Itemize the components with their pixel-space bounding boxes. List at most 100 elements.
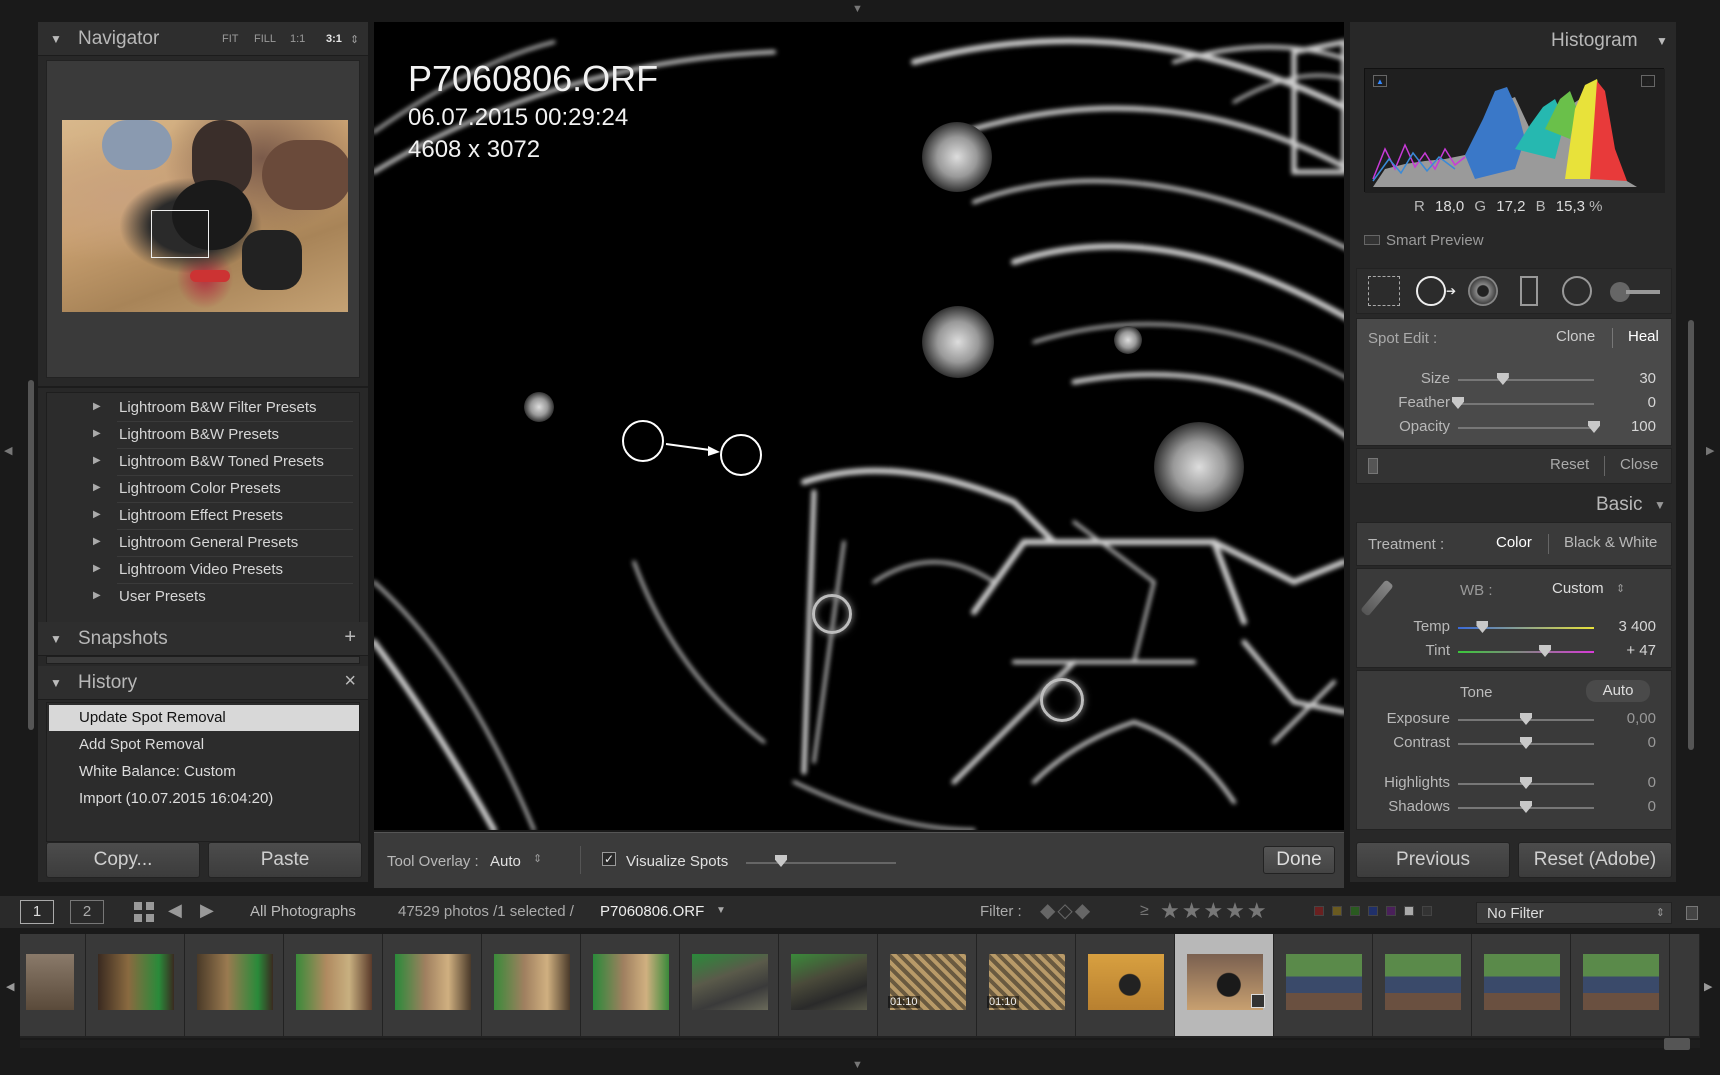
filmstrip-right-arrow-icon[interactable]: ▶ bbox=[1704, 980, 1712, 993]
shadow-clipping-icon[interactable]: ▲ bbox=[1373, 75, 1387, 87]
treatment-color[interactable]: Color bbox=[1496, 534, 1532, 551]
preset-folder[interactable]: ▶ Lightroom B&W Toned Presets bbox=[47, 449, 359, 476]
history-item[interactable]: White Balance: Custom bbox=[49, 759, 359, 785]
left-scrollbar[interactable] bbox=[28, 380, 34, 730]
size-slider[interactable] bbox=[1458, 379, 1594, 381]
feather-value[interactable]: 0 bbox=[1596, 394, 1656, 411]
history-item[interactable]: Update Spot Removal bbox=[49, 705, 359, 731]
filmstrip-frame[interactable] bbox=[185, 934, 284, 1036]
select-chevron-icon[interactable]: ⇕ bbox=[533, 852, 542, 865]
filmstrip-scroll-thumb[interactable] bbox=[1664, 1038, 1690, 1050]
filmstrip-frame[interactable] bbox=[1274, 934, 1373, 1036]
basic-title[interactable]: Basic bbox=[1596, 494, 1642, 516]
filmstrip-left-arrow-icon[interactable]: ◀ bbox=[6, 980, 14, 993]
filmstrip-frame[interactable] bbox=[284, 934, 383, 1036]
right-panel-toggle-icon[interactable]: ▶ bbox=[1706, 446, 1714, 457]
source-label[interactable]: All Photographs bbox=[250, 903, 356, 920]
history-item[interactable]: Import (10.07.2015 16:04:20) bbox=[49, 786, 359, 812]
right-scrollbar[interactable] bbox=[1688, 320, 1694, 750]
preset-folder[interactable]: ▶ Lightroom Effect Presets bbox=[47, 503, 359, 530]
left-panel-toggle-icon[interactable]: ◀ bbox=[4, 446, 12, 457]
secondary-window-button[interactable]: 2 bbox=[70, 900, 104, 924]
highlights-value[interactable]: 0 bbox=[1596, 774, 1656, 791]
basic-menu-icon[interactable]: ▼ bbox=[1654, 498, 1666, 512]
filmstrip[interactable]: 01:10 01:10 bbox=[20, 934, 1700, 1038]
temp-value[interactable]: 3 400 bbox=[1596, 618, 1656, 635]
visualize-spots-checkbox[interactable]: ✓ bbox=[602, 852, 616, 866]
exposure-value[interactable]: 0,00 bbox=[1596, 710, 1656, 727]
highlight-clipping-icon[interactable]: ▲ bbox=[1641, 75, 1655, 87]
opacity-slider[interactable] bbox=[1458, 427, 1594, 429]
radial-filter-icon[interactable] bbox=[1562, 276, 1592, 306]
navigator-view-box[interactable] bbox=[151, 210, 209, 258]
flag-filter-icons[interactable]: ◆◇◆ bbox=[1040, 898, 1092, 923]
preset-folder[interactable]: ▶ Lightroom Color Presets bbox=[47, 476, 359, 503]
zoom-3-1[interactable]: 3:1 bbox=[326, 33, 342, 45]
filename-dropdown-icon[interactable]: ▼ bbox=[716, 905, 726, 916]
preset-folder[interactable]: ▶ Lightroom Video Presets bbox=[47, 557, 359, 584]
filmstrip-frame[interactable] bbox=[779, 934, 878, 1036]
primary-window-button[interactable]: 1 bbox=[20, 900, 54, 924]
filmstrip-frame[interactable] bbox=[383, 934, 482, 1036]
selected-filename[interactable]: P7060806.ORF bbox=[600, 903, 704, 920]
color-label-filter[interactable] bbox=[1314, 906, 1440, 918]
opacity-value[interactable]: 100 bbox=[1596, 418, 1656, 435]
spot-removal-tool-icon[interactable] bbox=[1416, 276, 1446, 306]
tone-auto-button[interactable]: Auto bbox=[1586, 680, 1650, 702]
feather-slider[interactable] bbox=[1458, 403, 1594, 405]
clear-history-icon[interactable]: × bbox=[344, 670, 356, 693]
spot-target-circle[interactable] bbox=[720, 434, 762, 476]
filmstrip-frame[interactable] bbox=[581, 934, 680, 1036]
filmstrip-frame[interactable] bbox=[1373, 934, 1472, 1036]
size-value[interactable]: 30 bbox=[1596, 370, 1656, 387]
graduated-filter-icon[interactable] bbox=[1520, 276, 1538, 306]
smart-preview-label[interactable]: Smart Preview bbox=[1386, 232, 1484, 249]
zoom-menu-icon[interactable]: ⇕ bbox=[350, 33, 359, 46]
preset-folder[interactable]: ▶ User Presets bbox=[47, 584, 359, 611]
preset-folder[interactable]: ▶ Lightroom General Presets bbox=[47, 530, 359, 557]
close-spot-button[interactable]: Close bbox=[1620, 456, 1658, 473]
done-button[interactable]: Done bbox=[1263, 846, 1335, 874]
filmstrip-frame[interactable] bbox=[1076, 934, 1175, 1036]
shadows-value[interactable]: 0 bbox=[1596, 798, 1656, 815]
filmstrip-frame[interactable] bbox=[1571, 934, 1670, 1036]
rating-gte[interactable]: ≥ bbox=[1140, 902, 1149, 920]
filter-preset-select[interactable]: No Filter ⇕ bbox=[1476, 902, 1672, 924]
treatment-bw[interactable]: Black & White bbox=[1564, 534, 1657, 551]
add-snapshot-icon[interactable]: + bbox=[344, 626, 356, 649]
preset-folder[interactable]: ▶ Lightroom B&W Presets bbox=[47, 422, 359, 449]
heal-mode-button[interactable]: Heal bbox=[1628, 328, 1659, 345]
zoom-fit[interactable]: FIT bbox=[222, 33, 239, 45]
filmstrip-frame[interactable]: 01:10 bbox=[977, 934, 1076, 1036]
navigator-header[interactable]: ▼ Navigator FIT FILL 1:1 3:1 ⇕ bbox=[38, 22, 368, 56]
star-rating-filter[interactable]: ★★★★★ bbox=[1160, 898, 1269, 924]
back-arrow-icon[interactable]: ◀ bbox=[168, 900, 182, 921]
tint-slider[interactable] bbox=[1458, 651, 1594, 653]
zoom-1-1[interactable]: 1:1 bbox=[290, 33, 305, 45]
spot-source-circle[interactable] bbox=[622, 420, 664, 462]
tool-overlay-select[interactable]: Auto bbox=[490, 853, 521, 870]
red-eye-tool-icon[interactable] bbox=[1468, 276, 1498, 306]
filmstrip-frame[interactable] bbox=[20, 934, 86, 1036]
history-header[interactable]: ▼ History × bbox=[38, 666, 368, 700]
filmstrip-frame[interactable] bbox=[1472, 934, 1571, 1036]
preset-folder[interactable]: ▶ Lightroom B&W Filter Presets bbox=[47, 395, 359, 422]
forward-arrow-icon[interactable]: ▶ bbox=[200, 900, 214, 921]
reset-adobe-button[interactable]: Reset (Adobe) bbox=[1518, 842, 1672, 878]
histogram-title[interactable]: Histogram bbox=[1551, 30, 1638, 52]
clone-mode-button[interactable]: Clone bbox=[1556, 328, 1595, 345]
snapshots-header[interactable]: ▼ Snapshots + bbox=[38, 622, 368, 656]
reset-spot-button[interactable]: Reset bbox=[1550, 456, 1589, 473]
filmstrip-frame[interactable]: 01:10 bbox=[878, 934, 977, 1036]
filmstrip-scrollbar[interactable] bbox=[20, 1040, 1700, 1048]
crop-tool-icon[interactable] bbox=[1368, 276, 1400, 306]
tint-value[interactable]: + 47 bbox=[1596, 642, 1656, 659]
contrast-value[interactable]: 0 bbox=[1596, 734, 1656, 751]
filmstrip-frame[interactable] bbox=[86, 934, 185, 1036]
copy-button[interactable]: Copy... bbox=[46, 842, 200, 878]
filmstrip-frame[interactable] bbox=[1670, 934, 1700, 1036]
bottom-panel-toggle-icon[interactable]: ▼ bbox=[852, 1060, 863, 1071]
zoom-fill[interactable]: FILL bbox=[254, 33, 276, 45]
collapse-triangle-icon[interactable]: ▼ bbox=[1656, 34, 1668, 48]
select-chevron-icon[interactable]: ⇕ bbox=[1616, 582, 1625, 595]
